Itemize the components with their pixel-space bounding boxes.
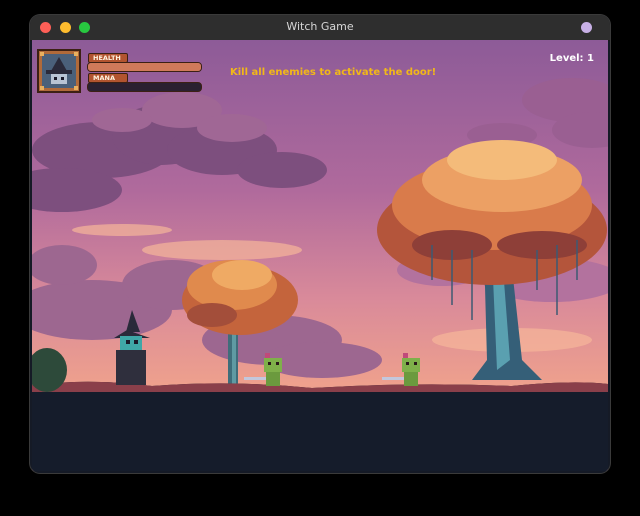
mana-bar <box>87 82 202 92</box>
window-menu-button[interactable] <box>581 22 592 33</box>
health-bar <box>87 62 202 72</box>
game-scene <box>32 40 608 471</box>
ground <box>32 381 608 471</box>
player-portrait <box>37 49 81 93</box>
witch-portrait-icon <box>37 49 81 93</box>
window-title: Witch Game <box>286 20 354 33</box>
title-bar: Witch Game <box>30 15 610 41</box>
game-window: Witch Game HEALTH MANA Kill all enemies … <box>30 15 610 473</box>
objective-text: Kill all enemies to activate the door! <box>230 67 437 78</box>
health-bar-fill <box>88 63 201 71</box>
level-indicator: Level: 1 <box>549 53 594 64</box>
game-canvas[interactable]: HEALTH MANA Kill all enemies to activate… <box>32 40 608 471</box>
